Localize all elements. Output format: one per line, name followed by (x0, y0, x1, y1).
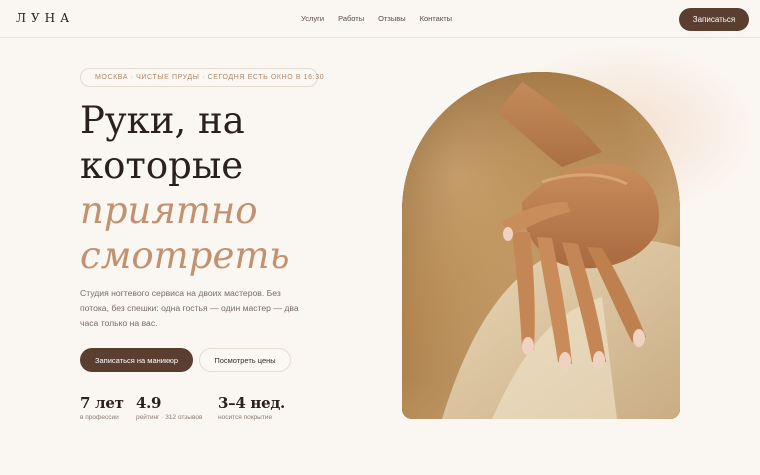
stat-value: 4.9 (136, 394, 162, 412)
location-text: МОСКВА · ЧИСТЫЕ ПРУДЫ · СЕГОДНЯ ЕСТЬ ОКН… (95, 74, 325, 81)
book-manicure-button[interactable]: Записаться на маникюр (80, 348, 193, 372)
site-header: ЛУНА Услуги Работы Отзывы Контакты Запис… (0, 0, 760, 38)
headline-line-4: смотреть (80, 234, 290, 277)
nav-link-reviews[interactable]: Отзывы (378, 14, 405, 23)
stat-experience: 7 лет в профессии (80, 394, 124, 421)
headline-line-3: приятно (80, 189, 258, 232)
hero-headline: Руки, на которые приятно смотреть (80, 98, 380, 278)
stat-label: носится покрытие (218, 414, 273, 421)
headline-line-1: Руки, на (80, 99, 245, 142)
stat-label: в профессии (80, 414, 119, 421)
hero-description: Студия ногтевого сервиса на двоих мастер… (80, 288, 299, 328)
headline-line-2: которые (80, 144, 244, 187)
stat-value: 3–4 нед. (218, 394, 285, 412)
nav-link-works[interactable]: Работы (338, 14, 364, 23)
logo[interactable]: ЛУНА (16, 11, 74, 25)
view-prices-button[interactable]: Посмотреть цены (199, 348, 291, 372)
stat-rating: 4.9 рейтинг · 312 отзывов (136, 394, 202, 421)
book-button-header[interactable]: Записаться (679, 8, 749, 31)
location-badge: МОСКВА · ЧИСТЫЕ ПРУДЫ · СЕГОДНЯ ЕСТЬ ОКН… (80, 68, 324, 87)
nav-link-contacts[interactable]: Контакты (420, 14, 452, 23)
main-nav: Услуги Работы Отзывы Контакты (301, 14, 452, 23)
nav-link-services[interactable]: Услуги (301, 14, 324, 23)
stat-durability: 3–4 нед. носится покрытие (218, 394, 285, 421)
stat-value: 7 лет (80, 394, 124, 412)
hero-photo (402, 72, 680, 419)
stat-label: рейтинг · 312 отзывов (136, 414, 203, 421)
